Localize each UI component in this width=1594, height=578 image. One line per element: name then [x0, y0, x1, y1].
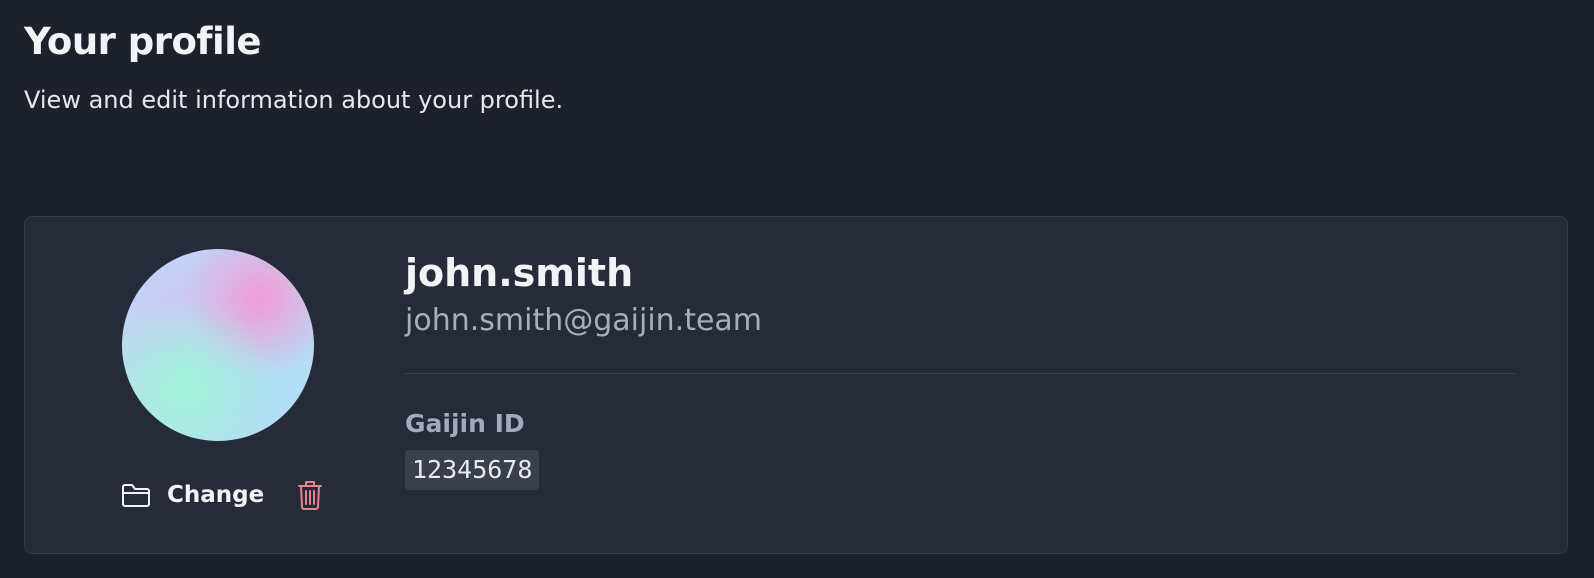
avatar-actions: Change [121, 475, 323, 515]
profile-card: Change john.smith john.smith@gaijin.team… [24, 216, 1568, 554]
divider [405, 373, 1515, 374]
folder-icon [122, 484, 150, 507]
user-email: john.smith@gaijin.team [405, 303, 763, 338]
gaijin-id-label: Gaijin ID [405, 409, 525, 438]
page-subtitle: View and edit information about your pro… [24, 86, 564, 114]
username: john.smith [405, 251, 634, 295]
trash-icon [298, 481, 323, 510]
page-title: Your profile [24, 20, 262, 63]
change-avatar-button[interactable]: Change [121, 482, 264, 508]
avatar [122, 249, 314, 441]
delete-avatar-button[interactable] [298, 480, 323, 510]
change-avatar-label: Change [167, 482, 265, 508]
user-info: john.smith john.smith@gaijin.team Gaijin… [405, 249, 1515, 490]
gaijin-id-value: 12345678 [405, 450, 540, 490]
